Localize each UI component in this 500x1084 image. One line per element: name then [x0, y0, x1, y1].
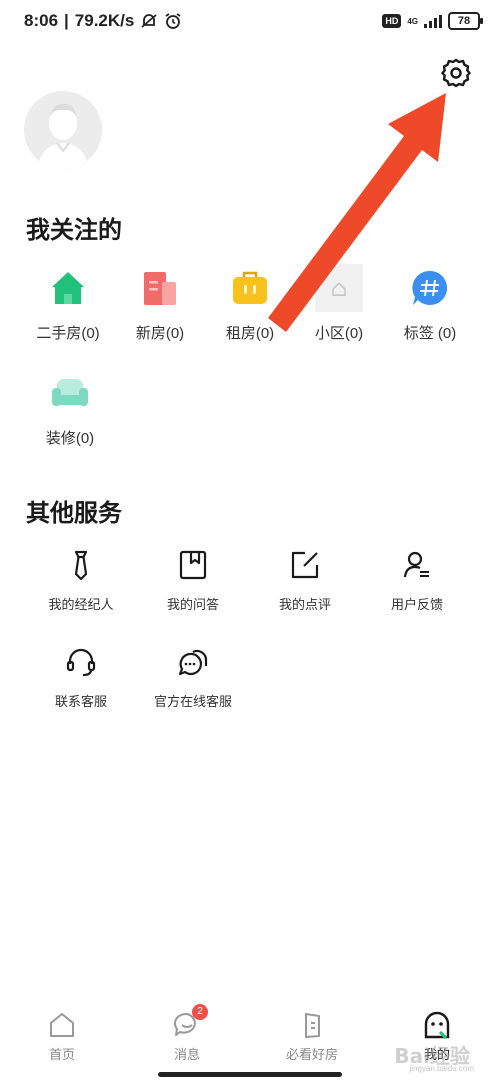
follow-item-label: 小区(0) [314, 325, 364, 342]
user-feedback-icon [403, 551, 429, 578]
follow-item-rent[interactable]: 租房(0) [205, 268, 295, 343]
service-label: 官方在线客服 [153, 694, 232, 709]
battery-icon: 78 [448, 12, 483, 30]
book-icon [179, 550, 207, 580]
message-icon-wrap: 2 [172, 1004, 208, 1040]
hashtag-icon [412, 270, 448, 305]
tab-must-see-homes[interactable]: 必看好房 [262, 1010, 362, 1063]
service-label: 用户反馈 [390, 597, 443, 612]
tab-label: 消息 [173, 1047, 200, 1062]
hd-badge: HD [382, 14, 402, 28]
service-my-agent[interactable]: 我的经纪人 [26, 549, 136, 613]
service-label: 我的问答 [166, 597, 219, 612]
tie-icon [74, 550, 88, 581]
service-online-support[interactable]: 官方在线客服 [138, 646, 248, 710]
follow-item-label: 新房(0) [135, 325, 185, 342]
follow-item-tags[interactable]: 标签 (0) [385, 268, 475, 343]
status-time: 8:06 [24, 11, 59, 30]
network-speed: 79.2K/s [74, 11, 135, 30]
status-left: 8:06 | 79.2K/s [24, 11, 182, 31]
status-divider: | [64, 11, 69, 30]
service-label: 我的经纪人 [48, 597, 114, 612]
watermark-url: jingyan.baidu.com [409, 1064, 474, 1073]
follow-section-title: 我关注的 [26, 217, 122, 244]
home-icon [50, 1013, 74, 1037]
home-indicator[interactable] [158, 1072, 342, 1077]
default-avatar-icon [24, 91, 102, 169]
avatar[interactable] [24, 91, 102, 169]
suitcase-icon [233, 271, 267, 304]
sofa-icon [52, 379, 88, 406]
mute-icon [141, 14, 157, 28]
follow-item-label: 标签 (0) [403, 325, 457, 342]
signal-icon [424, 14, 442, 28]
tab-home[interactable]: 首页 [12, 1010, 112, 1063]
house-icon [52, 272, 84, 304]
community-icon [315, 264, 363, 312]
message-badge: 2 [192, 1004, 208, 1020]
status-bar: 8:06 | 79.2K/s HD 4G 78 [0, 0, 500, 44]
door-icon [305, 1013, 320, 1038]
service-label: 联系客服 [54, 694, 107, 709]
service-user-feedback[interactable]: 用户反馈 [362, 549, 472, 613]
tab-messages[interactable]: 2 消息 [137, 1004, 237, 1063]
follow-item-label: 二手房(0) [36, 325, 100, 342]
services-section-title: 其他服务 [26, 500, 122, 527]
service-my-qa[interactable]: 我的问答 [138, 549, 248, 613]
settings-button[interactable] [440, 57, 472, 89]
follow-item-label: 装修(0) [45, 430, 95, 447]
alarm-icon [165, 13, 181, 29]
profile-icon [424, 1011, 450, 1040]
service-contact-support[interactable]: 联系客服 [26, 646, 136, 710]
tab-label: 必看好房 [285, 1047, 338, 1062]
building-icon [144, 272, 176, 305]
gear-icon [441, 58, 471, 88]
edit-icon [291, 551, 319, 579]
headset-icon [66, 648, 96, 677]
tab-label: 首页 [48, 1047, 75, 1062]
status-right: HD 4G 78 [382, 12, 483, 30]
follow-item-label: 租房(0) [225, 325, 275, 342]
chat-icon [178, 649, 208, 676]
follow-item-new-house[interactable]: 新房(0) [115, 268, 205, 343]
service-my-reviews[interactable]: 我的点评 [250, 549, 360, 613]
follow-item-community[interactable]: 小区(0) [294, 264, 384, 343]
follow-item-second-hand[interactable]: 二手房(0) [23, 268, 113, 343]
follow-item-decoration[interactable]: 装修(0) [25, 373, 115, 448]
service-label: 我的点评 [278, 597, 331, 612]
network-type: 4G [407, 16, 418, 26]
